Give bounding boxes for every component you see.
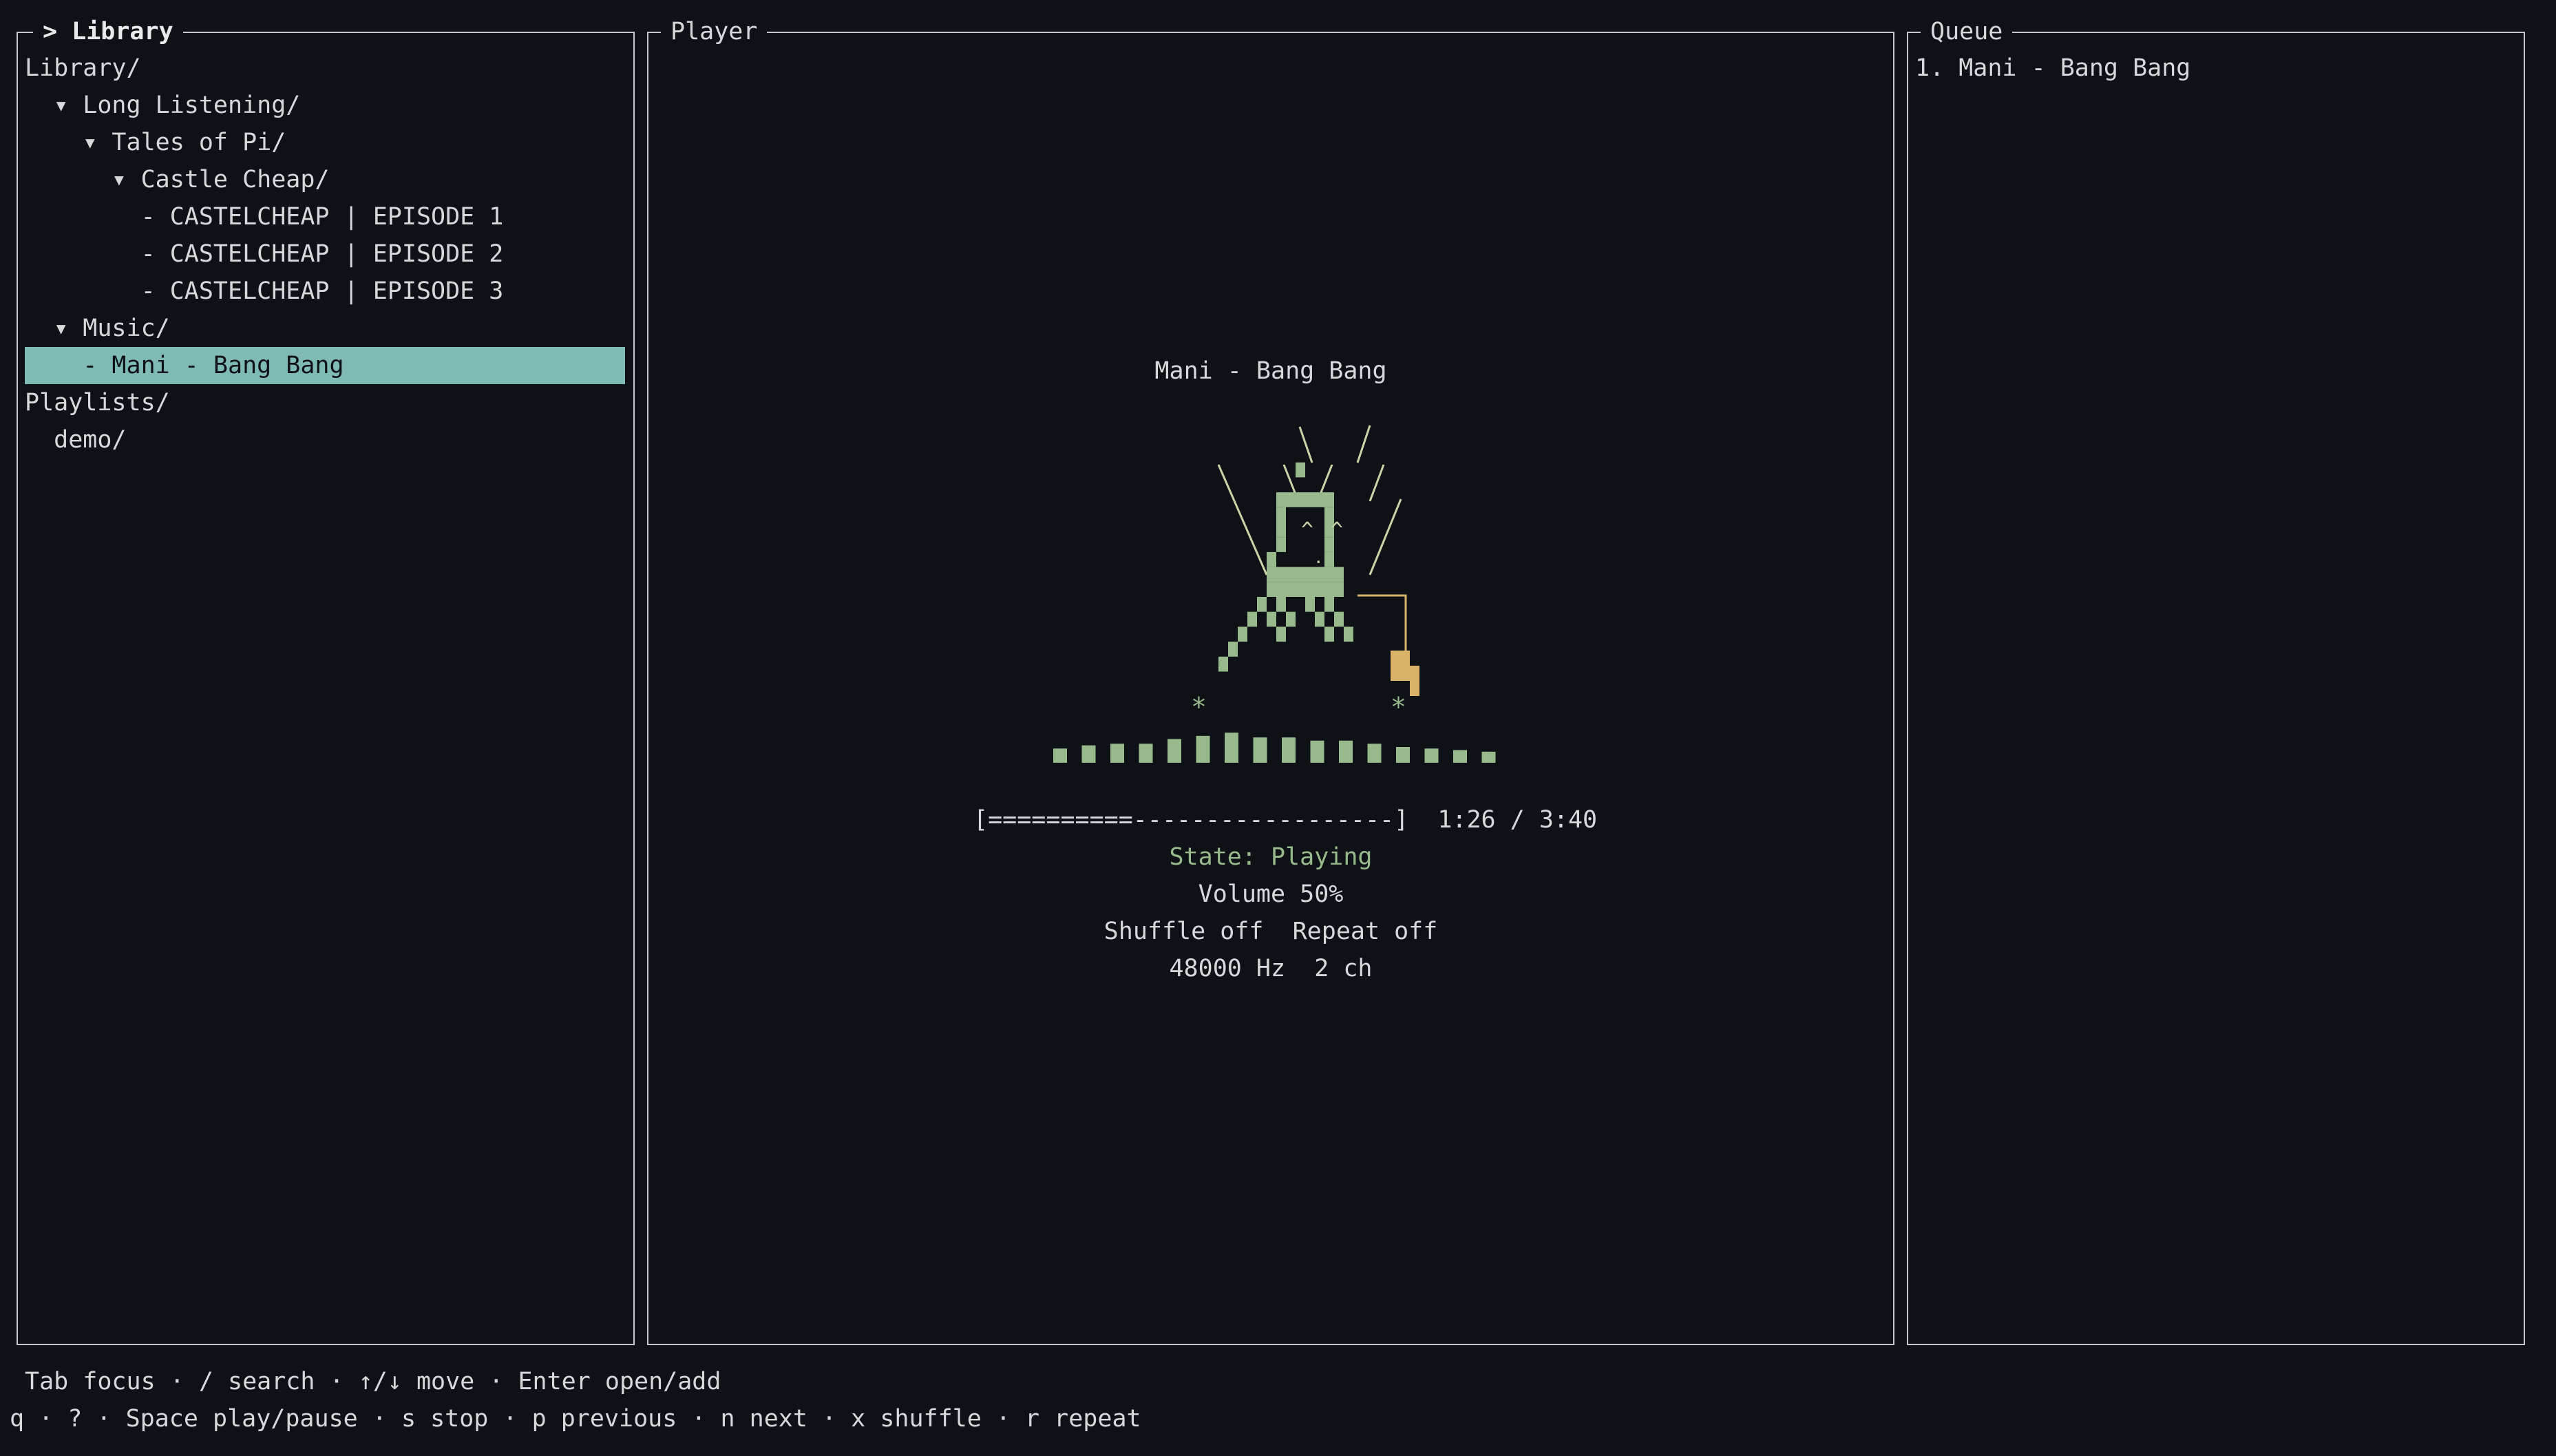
spectrum-bar	[1168, 739, 1181, 763]
library-item[interactable]: ▾ Castle Cheap/	[25, 161, 329, 198]
spectrum-bar	[1110, 743, 1124, 763]
art-pixel	[1286, 492, 1296, 507]
art-pixel	[1324, 492, 1334, 507]
spectrum-bar	[1081, 745, 1096, 763]
art-pixel	[1296, 567, 1305, 582]
art-pixel	[1334, 567, 1344, 582]
art-accent-pixel	[1400, 666, 1410, 681]
art-pixel	[1267, 582, 1276, 597]
art-pixel	[1276, 537, 1286, 552]
art-pixel	[1296, 582, 1305, 597]
art-pixel	[1286, 567, 1296, 582]
art-pixel	[1218, 656, 1228, 672]
art-pixel	[1276, 582, 1286, 597]
art-pixel	[1276, 567, 1286, 582]
art-pixel	[1267, 567, 1276, 582]
svg-text:*: *	[1191, 692, 1207, 716]
track-title: Mani - Bang Bang	[1154, 357, 1387, 385]
spectrum-bar	[1424, 748, 1439, 763]
library-item[interactable]: - CASTELCHEAP | EPISODE 2	[25, 235, 504, 273]
spectrum-bar	[1253, 737, 1267, 763]
art-pixel	[1276, 597, 1286, 612]
art-pixel	[1276, 507, 1286, 523]
spectrum-bar	[1282, 737, 1296, 763]
library-panel-title: > Library	[33, 17, 183, 47]
spectrum-bar	[1139, 743, 1153, 763]
art-pixel	[1257, 597, 1267, 612]
queue-panel[interactable]: Queue 1. Mani - Bang Bang	[1907, 17, 2525, 1345]
art-pixel	[1324, 582, 1334, 597]
spectrum-bar	[1481, 751, 1496, 763]
art-pixel	[1276, 626, 1286, 642]
art-pixel	[1267, 611, 1276, 627]
art-pixel	[1238, 626, 1247, 642]
art-pixel	[1305, 492, 1315, 507]
library-item[interactable]: ▾ Music/	[25, 310, 170, 347]
art-pixel	[1286, 582, 1296, 597]
art-pixel	[1334, 611, 1344, 627]
footer-help-line-2: q · ? · Space play/pause · s stop · p pr…	[10, 1405, 1141, 1433]
time-display: 1:26 / 3:40	[1437, 806, 1598, 834]
spectrum-bar	[1339, 740, 1353, 763]
spectrum-bar	[1396, 747, 1410, 763]
art-pixel	[1228, 642, 1238, 657]
art-pixel	[1334, 582, 1344, 597]
art-pixel	[1276, 492, 1286, 507]
art-pixel	[1305, 597, 1315, 612]
progress-line: [==========------------------] 1:26 / 3:…	[647, 764, 1894, 838]
modes-display: Shuffle off Repeat off	[1103, 918, 1438, 945]
library-item-selected[interactable]: - Mani - Bang Bang	[25, 347, 625, 384]
library-item[interactable]: - CASTELCHEAP | EPISODE 1	[25, 198, 504, 235]
art-accent-pixel	[1391, 651, 1400, 666]
art-pixel	[1305, 582, 1315, 597]
queue-item[interactable]: 1. Mani - Bang Bang	[1915, 50, 2190, 87]
art-accent-pixel	[1391, 666, 1400, 681]
svg-text:^: ^	[1331, 518, 1343, 542]
art-pixel	[1344, 626, 1353, 642]
spectrum-visualizer	[1053, 732, 1496, 763]
art-pixel	[1324, 567, 1334, 582]
spectrum-bar	[1453, 750, 1467, 763]
art-pixel	[1324, 551, 1334, 567]
art-pixel	[1315, 582, 1324, 597]
art-pixel	[1305, 567, 1315, 582]
art-pixel	[1286, 611, 1296, 627]
queue-panel-title: Queue	[1921, 17, 2013, 47]
spectrum-bar	[1367, 743, 1382, 763]
library-item[interactable]: demo/	[25, 421, 126, 458]
playback-state: State: Playing	[1169, 843, 1373, 871]
audio-format: 48000 Hz 2 ch	[1169, 955, 1373, 982]
art-pixel	[1324, 597, 1334, 612]
spectrum-bar	[1310, 740, 1324, 763]
spectrum-bar	[1196, 735, 1210, 763]
art-pixel	[1296, 492, 1305, 507]
library-item[interactable]: Playlists/	[25, 384, 170, 421]
art-pixel	[1315, 611, 1324, 627]
art-pixel	[1276, 522, 1286, 538]
spectrum-bar	[1053, 748, 1067, 763]
player-panel-title: Player	[661, 17, 768, 47]
library-item[interactable]: - CASTELCHEAP | EPISODE 3	[25, 273, 504, 310]
art-pixel	[1296, 462, 1305, 478]
volume-display: Volume 50%	[1198, 880, 1344, 908]
library-panel[interactable]: > Library Library/ ▾ Long Listening/ ▾ T…	[17, 17, 635, 1345]
library-item[interactable]: ▾ Long Listening/	[25, 87, 300, 124]
art-accent-pixel	[1410, 681, 1419, 696]
svg-text:.: .	[1313, 548, 1323, 567]
library-item[interactable]: Library/	[25, 50, 141, 87]
library-item[interactable]: ▾ Tales of Pi/	[25, 124, 286, 161]
svg-text:^: ^	[1301, 518, 1313, 542]
progress-bar[interactable]: [==========------------------]	[973, 806, 1408, 834]
art-pixel	[1315, 492, 1324, 507]
footer-help-line-1: Tab focus · / search · ↑/↓ move · Enter …	[25, 1368, 721, 1395]
cat-dj-art-icon: * * ^ ^ .	[1191, 425, 1419, 716]
art-pixel	[1324, 626, 1334, 642]
art-pixel	[1267, 551, 1276, 567]
art-accent-pixel	[1410, 666, 1419, 681]
spectrum-bar	[1225, 732, 1238, 763]
art-pixel	[1247, 611, 1257, 627]
art-accent-pixel	[1400, 651, 1410, 666]
art-pixel	[1315, 567, 1324, 582]
svg-text:*: *	[1391, 692, 1406, 716]
